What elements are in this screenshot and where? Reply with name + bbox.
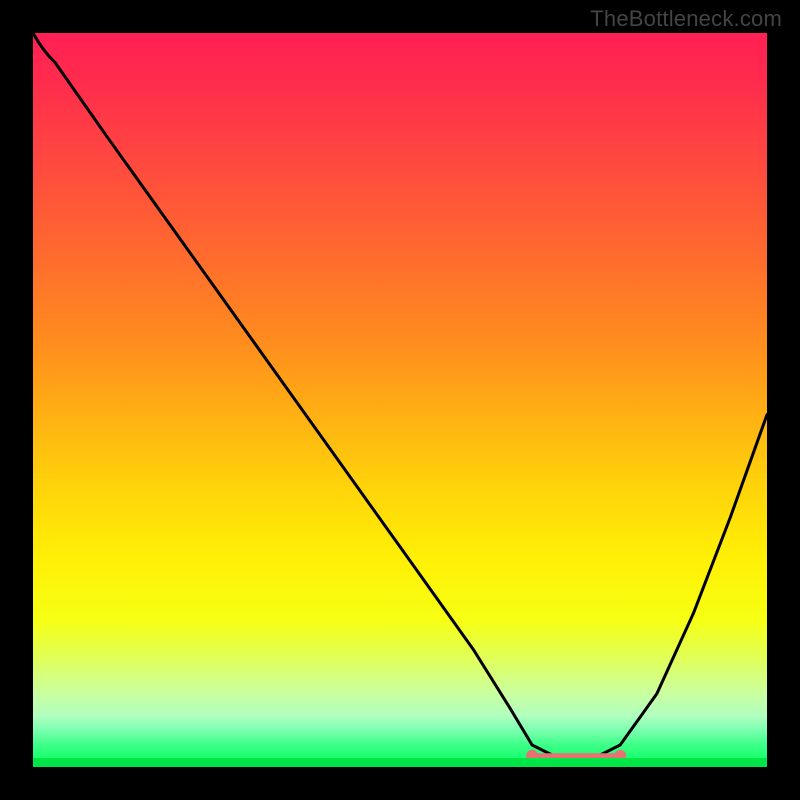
watermark-text: TheBottleneck.com xyxy=(590,6,782,32)
bottleneck-curve-path xyxy=(33,33,767,760)
plot-area xyxy=(33,33,767,767)
chart-frame: TheBottleneck.com xyxy=(0,0,800,800)
flat-segment-cap-left xyxy=(526,750,538,762)
bottleneck-curve-svg xyxy=(33,33,767,767)
flat-segment-cap-right xyxy=(614,750,626,762)
flat-segment-highlight xyxy=(532,754,620,766)
